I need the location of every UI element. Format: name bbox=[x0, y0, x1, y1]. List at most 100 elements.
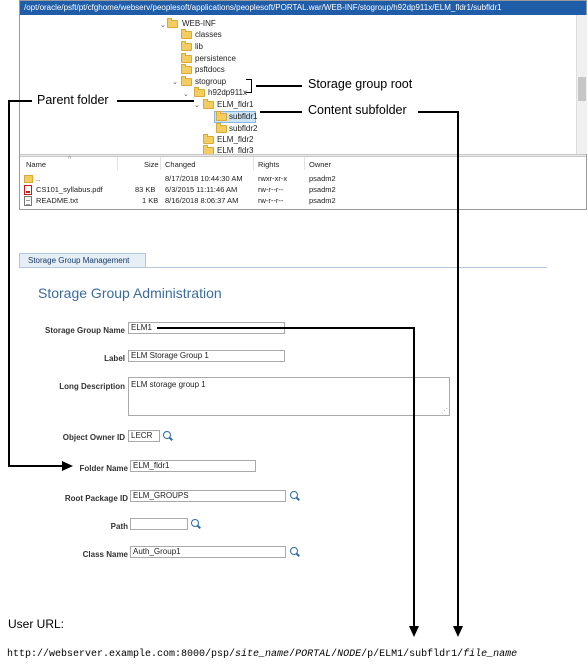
column-header-size[interactable]: Size bbox=[144, 160, 159, 169]
column-header-owner[interactable]: Owner bbox=[309, 160, 331, 169]
file-name: README.txt bbox=[36, 196, 79, 205]
folder-icon bbox=[181, 64, 192, 74]
bracket-line bbox=[246, 92, 252, 93]
path-input[interactable] bbox=[130, 518, 188, 530]
folder-icon bbox=[181, 29, 192, 39]
tab-underline bbox=[19, 267, 547, 268]
storage-group-root-connector bbox=[256, 85, 302, 87]
file-row[interactable]: .. 8/17/2018 10:44:30 AM rwxr-xr-x psadm… bbox=[20, 174, 350, 184]
folder-icon bbox=[181, 41, 192, 51]
content-subfolder-connector bbox=[260, 111, 302, 113]
column-divider bbox=[253, 157, 254, 170]
storage-group-name-connector bbox=[413, 327, 415, 626]
parent-folder-connector bbox=[8, 100, 10, 467]
file-owner: psadm2 bbox=[309, 185, 336, 194]
tree-item-stogroup[interactable]: stogroup bbox=[195, 77, 226, 87]
collapse-icon[interactable]: ⌄ bbox=[160, 22, 166, 30]
column-divider bbox=[117, 157, 118, 170]
search-icon[interactable] bbox=[290, 547, 300, 557]
storage-group-name-label: Storage Group Name bbox=[44, 326, 125, 335]
label-field-label: Label bbox=[104, 354, 125, 363]
url-part: /p/ELM1/subfldr1/ bbox=[361, 649, 464, 660]
parent-folder-connector bbox=[8, 465, 64, 467]
file-changed: 6/3/2015 11:11:46 AM bbox=[165, 185, 238, 194]
storage-group-name-connector bbox=[157, 327, 414, 329]
file-owner: psadm2 bbox=[309, 196, 336, 205]
folder-tree: ⌄ WEB-INF classes lib persistence psftdo… bbox=[20, 15, 586, 155]
object-owner-id-input[interactable]: LECR bbox=[128, 430, 160, 442]
folder-icon bbox=[194, 87, 205, 97]
user-url: http://webserver.example.com:8000/psp/si… bbox=[7, 649, 517, 660]
search-icon[interactable] bbox=[191, 519, 201, 529]
folder-icon bbox=[167, 18, 178, 28]
tree-item-psftdocs[interactable]: psftdocs bbox=[195, 65, 225, 75]
scrollbar-thumb[interactable] bbox=[578, 77, 586, 101]
column-header-changed[interactable]: Changed bbox=[165, 160, 195, 169]
tree-item-classes[interactable]: classes bbox=[195, 30, 222, 40]
folder-icon bbox=[181, 76, 192, 86]
object-owner-id-label: Object Owner ID bbox=[62, 433, 125, 442]
long-description-textarea[interactable]: ELM storage group 1 bbox=[128, 377, 450, 416]
file-rights: rw-r--r-- bbox=[258, 185, 284, 194]
collapse-icon[interactable]: ⌄ bbox=[194, 102, 200, 110]
page-title: Storage Group Administration bbox=[38, 285, 222, 301]
url-part: http://webserver.example.com:8000/psp/ bbox=[7, 649, 236, 660]
file-row[interactable]: README.txt 1 KB 8/16/2018 8:06:37 AM rw-… bbox=[20, 196, 350, 206]
search-icon[interactable] bbox=[163, 431, 173, 441]
file-owner: psadm2 bbox=[309, 174, 336, 183]
path-label: Path bbox=[110, 522, 128, 531]
search-icon[interactable] bbox=[290, 491, 300, 501]
folder-name-input[interactable]: ELM_fldr1 bbox=[130, 460, 256, 472]
parent-folder-callout: Parent folder bbox=[37, 93, 109, 107]
arrow-down-icon bbox=[409, 626, 419, 637]
file-name: .. bbox=[36, 174, 41, 183]
file-changed: 8/16/2018 8:06:37 AM bbox=[165, 196, 239, 205]
root-package-id-input[interactable]: ELM_GROUPS bbox=[130, 490, 286, 502]
tree-item-persistence[interactable]: persistence bbox=[195, 54, 236, 64]
sort-arrow-icon: ^ bbox=[68, 156, 72, 163]
tree-item-subfldr2[interactable]: subfldr2 bbox=[229, 124, 257, 134]
url-placeholder: PORTAL bbox=[295, 649, 332, 660]
file-row[interactable]: CS101_syllabus.pdf 83 KB 6/3/2015 11:11:… bbox=[20, 185, 350, 195]
file-name: CS101_syllabus.pdf bbox=[36, 185, 103, 194]
folder-icon bbox=[203, 134, 214, 144]
content-subfolder-connector bbox=[457, 111, 459, 626]
tab-storage-group-management[interactable]: Storage Group Management bbox=[19, 253, 146, 268]
long-description-label: Long Description bbox=[59, 382, 125, 391]
folder-icon bbox=[203, 99, 214, 109]
parent-folder-connector bbox=[8, 100, 32, 102]
collapse-icon[interactable]: ⌄ bbox=[183, 91, 189, 99]
text-file-icon bbox=[24, 196, 32, 206]
bracket-line bbox=[246, 79, 252, 80]
file-rights: rwxr-xr-x bbox=[258, 174, 288, 183]
tree-item-h92dp911x[interactable]: h92dp911x bbox=[208, 88, 247, 98]
folder-icon bbox=[216, 111, 227, 121]
column-divider bbox=[160, 157, 161, 170]
tree-item-web-inf[interactable]: WEB-INF bbox=[182, 19, 216, 29]
column-divider bbox=[304, 157, 305, 170]
file-size: 83 KB bbox=[135, 185, 156, 194]
label-input[interactable]: ELM Storage Group 1 bbox=[128, 350, 285, 362]
user-url-label: User URL: bbox=[8, 617, 65, 631]
tree-item-subfldr1[interactable]: subfldr1 bbox=[229, 112, 257, 122]
content-subfolder-connector bbox=[418, 111, 458, 113]
column-header-name[interactable]: Name bbox=[26, 160, 46, 169]
vertical-scrollbar[interactable] bbox=[576, 15, 587, 154]
path-bar[interactable]: /opt/oracle/psft/pt/cfghome/webserv/peop… bbox=[20, 1, 586, 15]
tree-item-elm-fldr1[interactable]: ELM_fldr1 bbox=[217, 100, 253, 110]
arrow-right-icon bbox=[62, 461, 73, 471]
url-placeholder: NODE bbox=[337, 649, 362, 660]
tree-item-elm-fldr2[interactable]: ELM_fldr2 bbox=[217, 135, 253, 145]
arrow-down-icon bbox=[453, 626, 463, 637]
resize-grip-icon[interactable]: ⋰ bbox=[441, 407, 448, 415]
class-name-input[interactable]: Auth_Group1 bbox=[130, 546, 286, 558]
parent-folder-connector bbox=[117, 100, 194, 102]
file-size: 1 KB bbox=[142, 196, 159, 205]
content-subfolder-callout: Content subfolder bbox=[308, 103, 407, 117]
collapse-icon[interactable]: ⌄ bbox=[172, 79, 178, 87]
tree-item-lib[interactable]: lib bbox=[195, 42, 203, 52]
pdf-file-icon bbox=[24, 185, 32, 195]
folder-icon bbox=[216, 123, 227, 133]
column-header-rights[interactable]: Rights bbox=[258, 160, 279, 169]
file-changed: 8/17/2018 10:44:30 AM bbox=[165, 174, 243, 183]
